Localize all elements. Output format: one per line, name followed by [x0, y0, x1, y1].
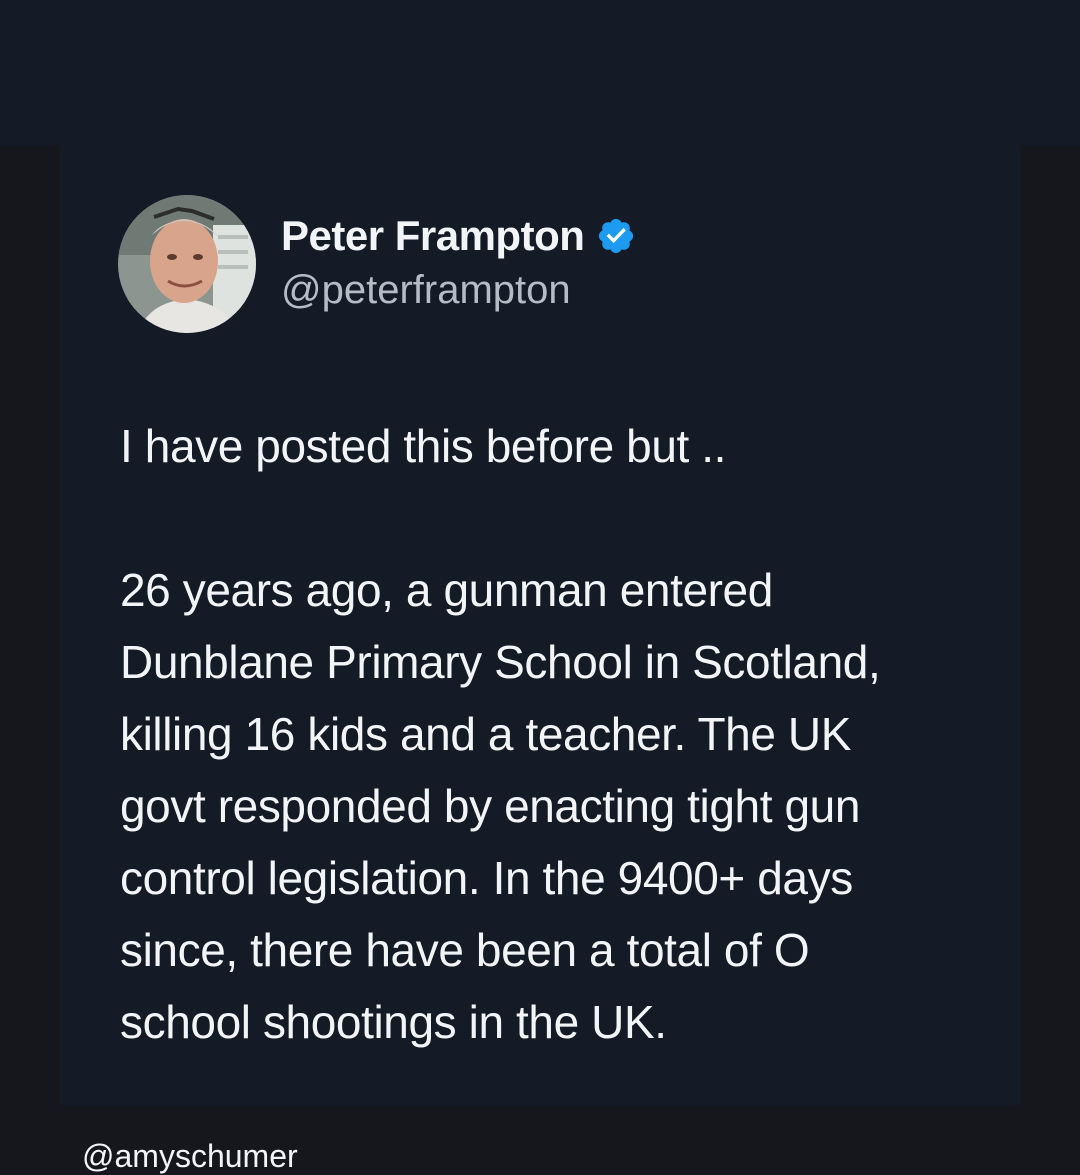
avatar[interactable] [118, 195, 256, 333]
top-background-band [0, 0, 1080, 145]
verified-badge-icon [596, 216, 636, 256]
handle[interactable]: @peterframpton [281, 268, 571, 313]
display-name-row[interactable]: Peter Frampton [281, 208, 636, 264]
display-name[interactable]: Peter Frampton [281, 212, 585, 260]
tweet-text: I have posted this before but .. 26 year… [120, 420, 881, 1048]
avatar-photo [118, 195, 256, 333]
credit-handle[interactable]: @amyschumer [82, 1138, 298, 1175]
